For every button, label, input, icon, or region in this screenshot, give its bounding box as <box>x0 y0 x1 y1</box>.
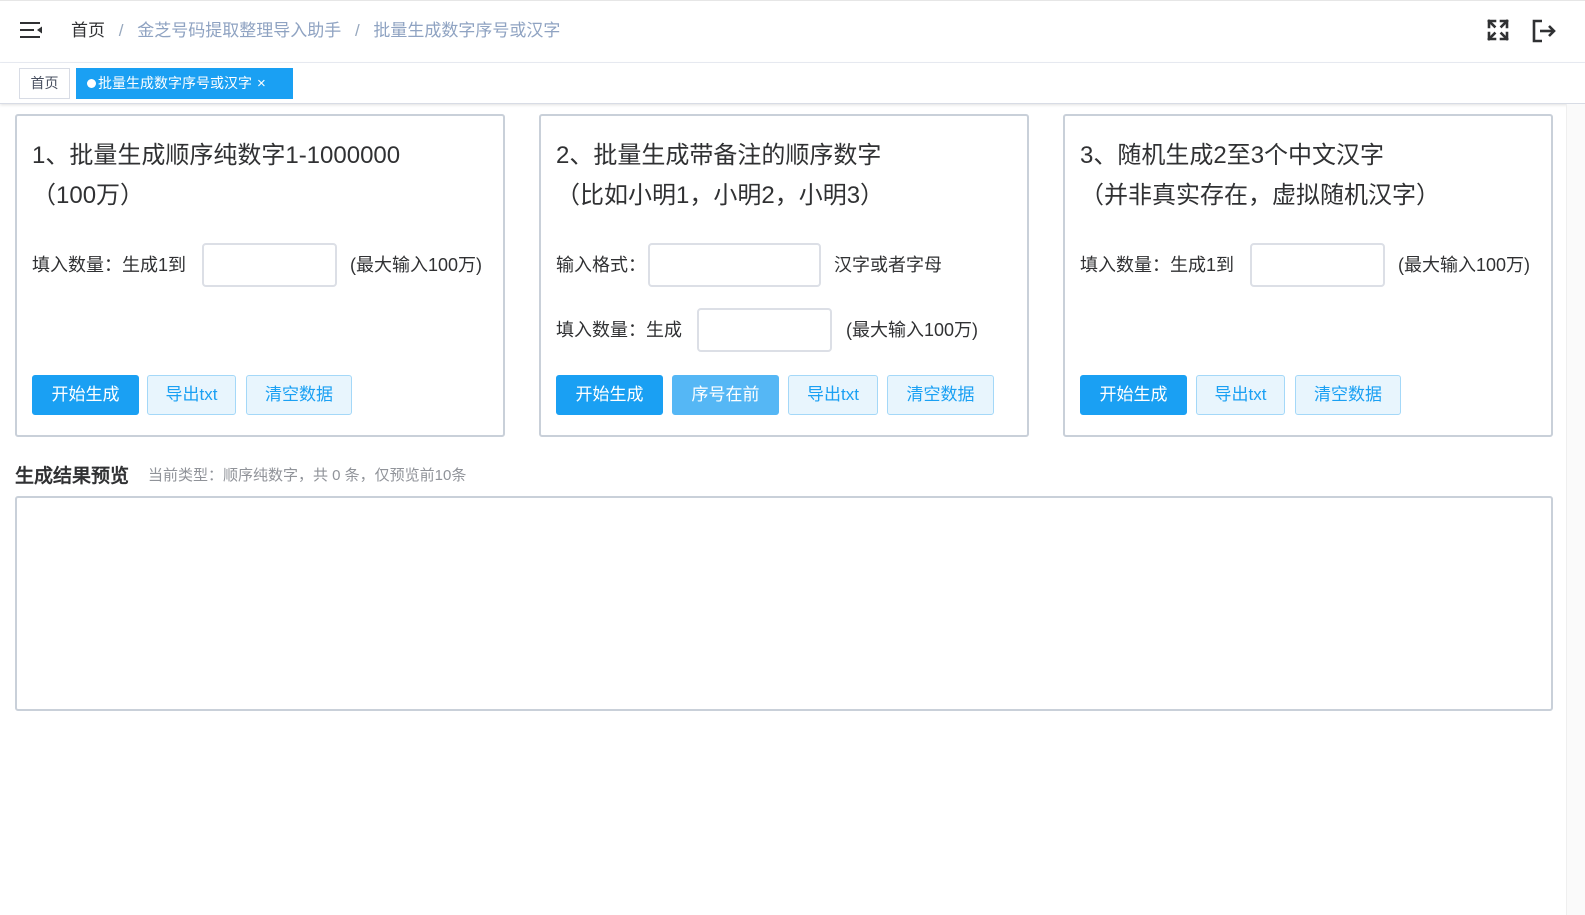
export-txt-button[interactable]: 导出txt <box>147 375 236 415</box>
export-txt-button[interactable]: 导出txt <box>1196 375 1285 415</box>
breadcrumb-home[interactable]: 首页 <box>71 21 105 40</box>
fullscreen-icon[interactable] <box>1486 18 1510 42</box>
count-hint: (最大输入100万) <box>846 320 979 340</box>
card-random-chinese: 3、随机生成2至3个中文汉字 （并非真实存在，虚拟随机汉字） 填入数量：生成1到… <box>1063 114 1553 437</box>
count-row: 填入数量：生成1到 (最大输入100万) <box>32 243 492 287</box>
result-title: 生成结果预览 <box>15 466 130 487</box>
count-label: 填入数量：生成1到 <box>1080 255 1235 275</box>
count-label: 填入数量：生成1到 <box>32 255 187 275</box>
format-label: 输入格式： <box>556 255 646 275</box>
format-input[interactable] <box>648 243 821 287</box>
card-title-line2: （100万） <box>32 182 145 209</box>
breadcrumb-separator: / <box>118 21 124 40</box>
tag-active[interactable]: 批量生成数字序号或汉字 × <box>76 68 293 99</box>
top-navbar: 首页 / 金芝号码提取整理导入助手 / 批量生成数字序号或汉字 <box>0 0 1585 63</box>
card-title-line1: 1、批量生成顺序纯数字1-1000000 <box>32 142 401 169</box>
card-title: 2、批量生成带备注的顺序数字 （比如小明1，小明2，小明3） <box>556 136 1026 216</box>
card-title-line1: 2、批量生成带备注的顺序数字 <box>556 142 882 169</box>
result-preview-area[interactable] <box>15 496 1553 711</box>
scrollbar-track[interactable] <box>1566 104 1585 915</box>
count-input[interactable] <box>1250 243 1385 287</box>
count-label: 填入数量：生成 <box>556 320 682 340</box>
card-title-line2: （比如小明1，小明2，小明3） <box>556 182 885 209</box>
count-input[interactable] <box>202 243 337 287</box>
logout-icon[interactable] <box>1531 18 1557 44</box>
clear-data-button[interactable]: 清空数据 <box>246 375 352 415</box>
format-hint: 汉字或者字母 <box>834 255 942 275</box>
card-labeled-numbers: 2、批量生成带备注的顺序数字 （比如小明1，小明2，小明3） 输入格式： 汉字或… <box>539 114 1029 437</box>
start-button[interactable]: 开始生成 <box>556 375 663 415</box>
close-icon[interactable]: × <box>257 69 266 98</box>
tags-view: 首页 批量生成数字序号或汉字 × <box>0 63 1585 104</box>
card-title: 1、批量生成顺序纯数字1-1000000 （100万） <box>32 136 502 216</box>
active-dot-icon <box>87 78 96 88</box>
breadcrumb-current: 批量生成数字序号或汉字 <box>373 21 561 40</box>
export-txt-button[interactable]: 导出txt <box>788 375 878 415</box>
clear-data-button[interactable]: 清空数据 <box>1295 375 1401 415</box>
number-first-button[interactable]: 序号在前 <box>672 375 779 415</box>
breadcrumb-assistant[interactable]: 金芝号码提取整理导入助手 <box>137 21 341 40</box>
breadcrumb: 首页 / 金芝号码提取整理导入助手 / 批量生成数字序号或汉字 <box>71 20 560 42</box>
breadcrumb-separator: / <box>354 21 360 40</box>
result-subtitle: 当前类型：顺序纯数字，共 0 条，仅预览前10条 <box>148 467 467 484</box>
count-row: 填入数量：生成1到 (最大输入100万) <box>1080 243 1540 287</box>
start-button[interactable]: 开始生成 <box>32 375 139 415</box>
count-row: 填入数量：生成 (最大输入100万) <box>556 308 1016 352</box>
card-title-line2: （并非真实存在，虚拟随机汉字） <box>1080 182 1440 209</box>
count-input[interactable] <box>697 308 832 352</box>
format-row: 输入格式： 汉字或者字母 <box>556 243 1016 287</box>
tag-active-label: 批量生成数字序号或汉字 <box>98 75 252 91</box>
count-hint: (最大输入100万) <box>350 255 483 275</box>
card-title: 3、随机生成2至3个中文汉字 （并非真实存在，虚拟随机汉字） <box>1080 136 1550 216</box>
tag-home[interactable]: 首页 <box>19 68 70 99</box>
card-sequential-numbers: 1、批量生成顺序纯数字1-1000000 （100万） 填入数量：生成1到 (最… <box>15 114 505 437</box>
start-button[interactable]: 开始生成 <box>1080 375 1187 415</box>
hamburger-icon[interactable] <box>20 21 42 39</box>
count-hint: (最大输入100万) <box>1398 255 1531 275</box>
clear-data-button[interactable]: 清空数据 <box>887 375 994 415</box>
card-title-line1: 3、随机生成2至3个中文汉字 <box>1080 142 1385 169</box>
